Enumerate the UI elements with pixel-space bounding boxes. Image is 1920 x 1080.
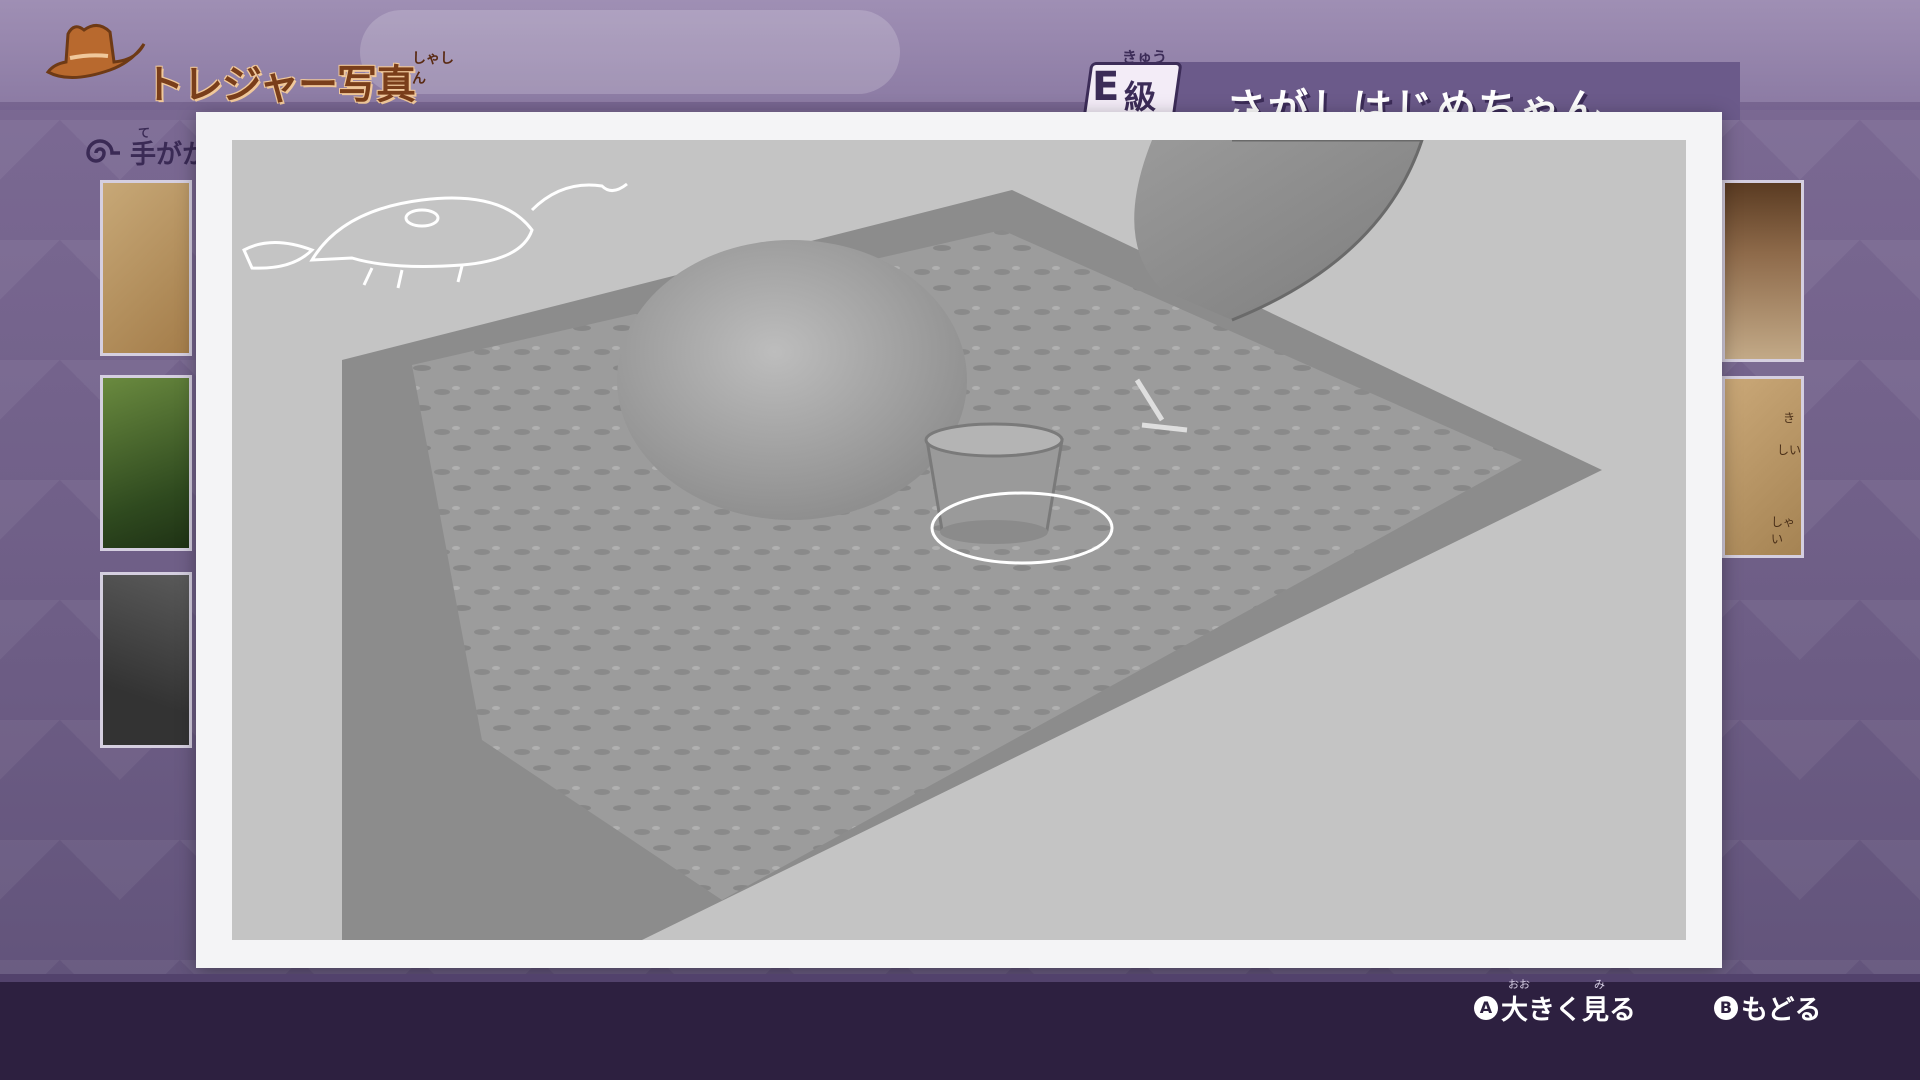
- clue-thumbnail-3[interactable]: [100, 572, 192, 748]
- bucket: [924, 422, 1064, 544]
- clue-ruby: て: [138, 126, 151, 140]
- treasure-photo[interactable]: [232, 140, 1686, 940]
- logo-ruby: しゃしん: [412, 51, 454, 87]
- view-larger-label: 大きく見る: [1501, 995, 1636, 1026]
- sandbox-photo-image: [232, 140, 1686, 940]
- app-logo: トレジャー写真 しゃしん: [40, 14, 460, 108]
- swirl-icon: [86, 138, 120, 163]
- level-badge: E 級 きゅう: [1081, 48, 1183, 126]
- view-larger-button[interactable]: A 大きく見る おお み: [1474, 978, 1636, 1027]
- b-button-icon: B: [1714, 995, 1738, 1020]
- clue-thumbnail-1[interactable]: [100, 180, 192, 356]
- thumb-text-3: しゃい: [1771, 515, 1796, 546]
- photo-frame: [196, 112, 1722, 968]
- a-button-icon: A: [1474, 995, 1498, 1020]
- level-ruby: きゅう: [1122, 48, 1168, 66]
- thumb-text-2: しい: [1777, 443, 1802, 457]
- view-larger-ruby-1: おお: [1508, 978, 1530, 991]
- level-grade: E: [1092, 64, 1120, 110]
- view-larger-ruby-2: み: [1594, 978, 1605, 991]
- thumb-text-1: き: [1783, 411, 1796, 425]
- back-button[interactable]: B もどる: [1714, 988, 1821, 1027]
- clue-thumbnail-4[interactable]: [1722, 180, 1804, 362]
- clue-thumbnail-2[interactable]: [100, 375, 192, 551]
- cowboy-hat-icon: [45, 24, 146, 80]
- clue-thumbnail-5[interactable]: き しい しゃい: [1722, 376, 1804, 558]
- logo-text: トレジャー写真: [144, 62, 416, 108]
- back-label: もどる: [1741, 995, 1822, 1026]
